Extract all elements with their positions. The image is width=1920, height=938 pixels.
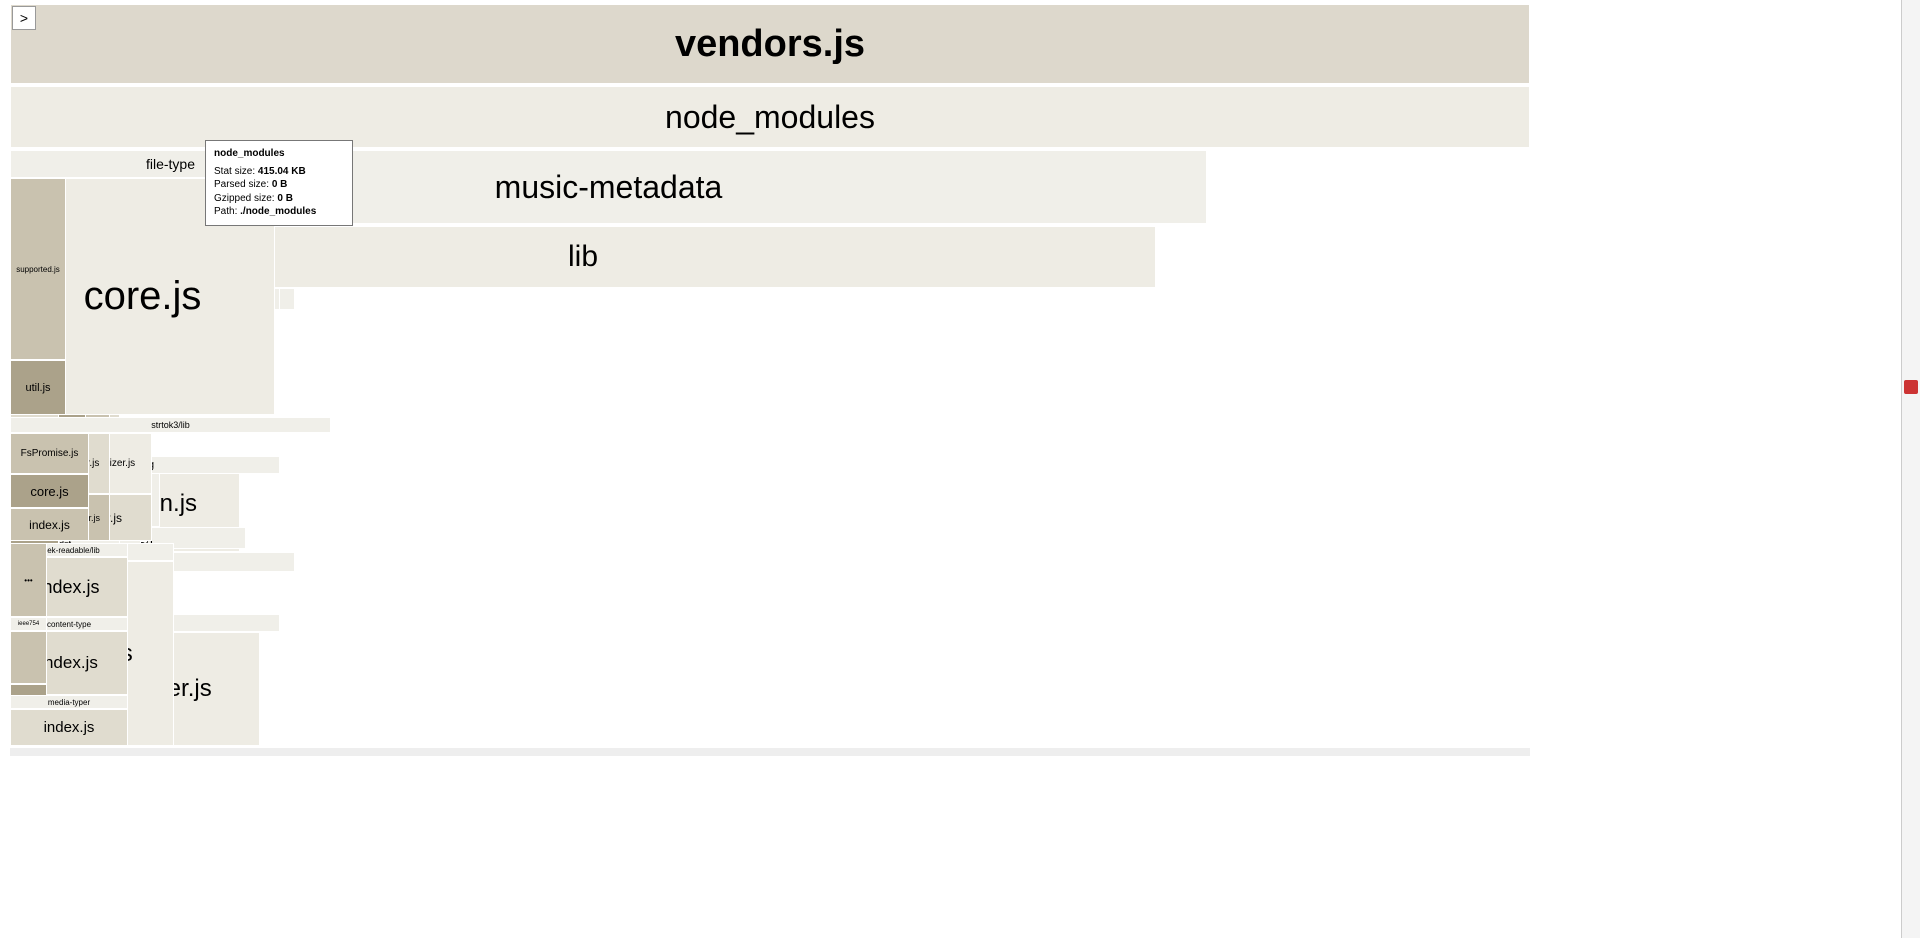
devtools-sidebar[interactable] <box>1901 0 1920 938</box>
node-ieee754-more[interactable] <box>10 631 47 684</box>
node-mediatyper-index[interactable]: index.js <box>10 709 128 746</box>
node-strtok-core[interactable]: core.js <box>10 474 89 508</box>
horizontal-scrollbar[interactable] <box>10 748 1530 756</box>
node-node-modules[interactable]: node_modules <box>10 86 1530 148</box>
treemap-viewport[interactable]: vendors.js node_modules music-metadata l… <box>10 4 1530 746</box>
tooltip-node-modules: node_modules Stat size: 415.04 KB Parsed… <box>205 140 353 226</box>
node-supported[interactable]: supported.js <box>10 178 66 360</box>
node-mediatyper[interactable]: media-typer <box>10 695 128 709</box>
tooltip-title: node_modules <box>214 148 285 159</box>
node-ieee754[interactable]: ieee754 <box>10 617 47 631</box>
node-pr-more[interactable]: ••• <box>10 543 47 617</box>
node-strtok-index[interactable]: index.js <box>10 508 89 541</box>
node-strtok3[interactable]: strtok3/lib <box>10 417 331 433</box>
node-ft-util[interactable]: util.js <box>10 360 66 415</box>
node-vendors[interactable]: vendors.js <box>10 4 1530 84</box>
node-fspromise[interactable]: FsPromise.js <box>10 433 89 474</box>
toggle-sidebar-button[interactable]: > <box>12 6 36 30</box>
devtools-badge-icon <box>1904 380 1918 394</box>
